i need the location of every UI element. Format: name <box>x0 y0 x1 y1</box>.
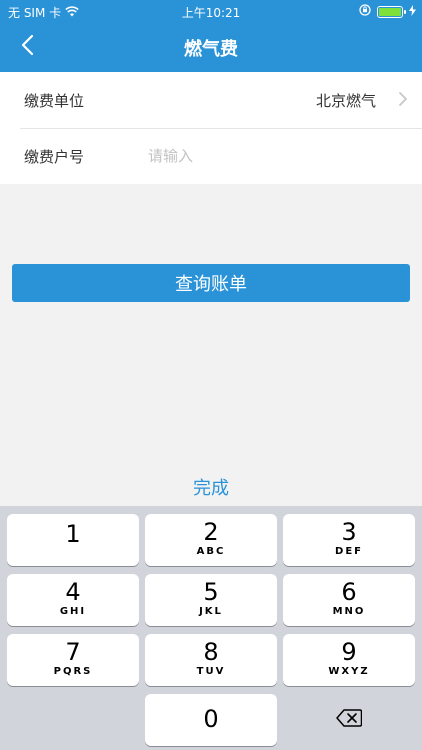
key-letters: ABC <box>196 546 226 557</box>
done-button[interactable]: 完成 <box>193 474 229 500</box>
key-6[interactable]: 6 MNO <box>283 574 415 626</box>
key-4[interactable]: 4 GHI <box>7 574 139 626</box>
key-letters: TUV <box>196 666 226 677</box>
key-number: 5 <box>203 578 219 606</box>
payment-form: 缴费单位 北京燃气 缴费户号 <box>0 72 422 184</box>
status-right <box>359 4 416 19</box>
key-number: 6 <box>341 578 357 606</box>
numeric-keypad: 1 2 ABC 3 DEF 4 GHI 5 JKL 6 MNO 7 PQRS 8… <box>0 506 422 750</box>
app-header: 无 SIM 卡 上午10:21 燃气费 <box>0 0 422 72</box>
key-letters: GHI <box>59 606 87 617</box>
key-2[interactable]: 2 ABC <box>145 514 277 566</box>
key-letters: JKL <box>199 606 223 617</box>
key-7[interactable]: 7 PQRS <box>7 634 139 686</box>
key-number: 2 <box>203 518 219 546</box>
key-number: 7 <box>65 638 81 666</box>
status-bar: 无 SIM 卡 上午10:21 <box>0 0 422 22</box>
key-letters: PQRS <box>53 666 93 677</box>
nav-bar: 燃气费 <box>0 22 422 72</box>
charging-icon <box>409 4 416 19</box>
key-number: 8 <box>203 638 219 666</box>
battery-level <box>379 7 401 16</box>
account-number-input[interactable] <box>148 138 406 174</box>
key-5[interactable]: 5 JKL <box>145 574 277 626</box>
key-letters: DEF <box>335 546 363 557</box>
page-title: 燃气费 <box>184 39 238 60</box>
key-number: 9 <box>341 638 357 666</box>
key-letters: MNO <box>332 606 366 617</box>
key-letters: WXYZ <box>328 666 370 677</box>
rotation-lock-icon <box>359 4 371 19</box>
key-0[interactable]: 0 <box>145 694 277 746</box>
payee-label: 缴费单位 <box>24 91 85 110</box>
account-row: 缴费户号 <box>0 128 422 184</box>
key-number: 1 <box>65 520 81 548</box>
delete-key[interactable] <box>283 694 415 746</box>
query-bill-button[interactable]: 查询账单 <box>12 264 410 302</box>
key-number: 3 <box>341 518 357 546</box>
chevron-right-icon <box>398 91 408 111</box>
backspace-icon <box>336 709 363 731</box>
account-label: 缴费户号 <box>24 147 85 166</box>
payee-row[interactable]: 缴费单位 北京燃气 <box>0 72 422 128</box>
payee-value: 北京燃气 <box>315 91 376 110</box>
key-9[interactable]: 9 WXYZ <box>283 634 415 686</box>
battery-icon <box>377 5 406 18</box>
key-number: 0 <box>203 705 219 733</box>
keyboard-accessory-bar: 完成 <box>0 468 422 506</box>
key-3[interactable]: 3 DEF <box>283 514 415 566</box>
key-number: 4 <box>65 578 81 606</box>
key-8[interactable]: 8 TUV <box>145 634 277 686</box>
key-1[interactable]: 1 <box>7 514 139 566</box>
